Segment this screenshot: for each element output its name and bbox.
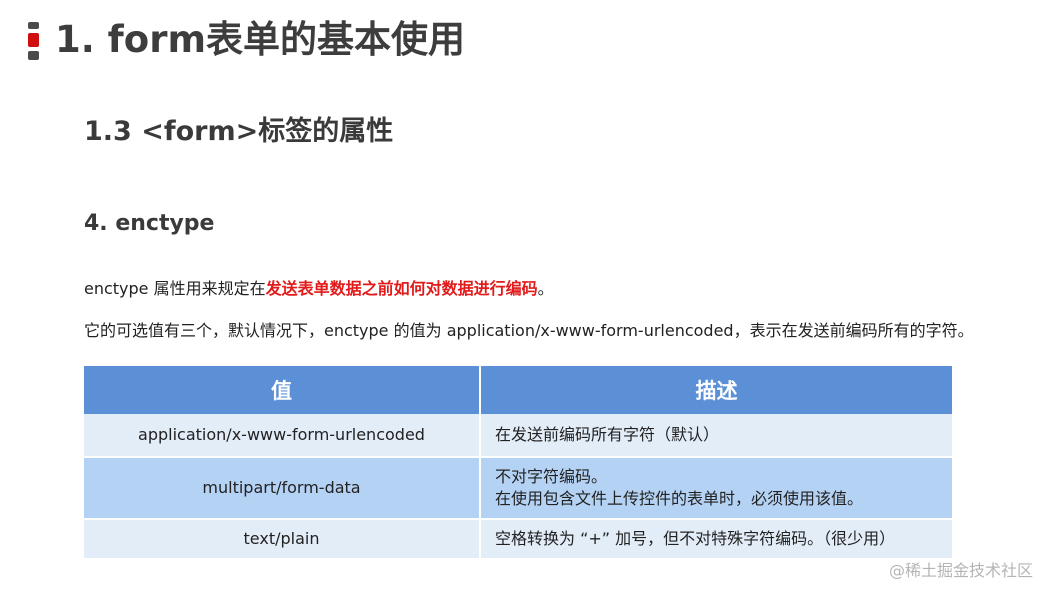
cell-description: 在发送前编码所有字符（默认） [480,414,952,457]
description-prefix: enctype 属性用来规定在 [84,279,266,298]
description-line: 在使用包含文件上传控件的表单时，必须使用该值。 [495,489,864,508]
cell-value: application/x-www-form-urlencoded [84,414,481,457]
description-suffix: 。 [537,279,554,298]
description-line: 不对字符编码。 [495,467,608,486]
section-heading: 4. enctype [84,211,215,236]
watermark: @稀土掘金技术社区 [888,561,1033,580]
enctype-default-note: 它的可选值有三个，默认情况下，enctype 的值为 application/x… [84,321,974,340]
title-marker-icon [28,22,39,60]
column-header-value: 值 [84,366,481,414]
table-row: application/x-www-form-urlencoded 在发送前编码… [84,414,952,457]
page-title: 1. form表单的基本使用 [55,18,465,61]
enctype-table: 值 描述 application/x-www-form-urlencoded 在… [84,366,952,558]
description-highlight: 发送表单数据之前如何对数据进行编码 [265,279,538,298]
table-header-row: 值 描述 [84,366,952,414]
title-marker-mid [28,33,39,47]
title-marker-top [28,22,39,29]
cell-value: text/plain [84,518,481,558]
description-line: 在发送前编码所有字符（默认） [495,425,720,444]
subtitle: 1.3 <form>标签的属性 [84,116,394,147]
table-row: multipart/form-data 不对字符编码。 在使用包含文件上传控件的… [84,456,952,519]
column-header-description: 描述 [480,366,952,414]
table-row: text/plain 空格转换为 “+” 加号，但不对特殊字符编码。（很少用） [84,518,952,558]
cell-description: 空格转换为 “+” 加号，但不对特殊字符编码。（很少用） [480,518,952,558]
cell-description: 不对字符编码。 在使用包含文件上传控件的表单时，必须使用该值。 [480,456,952,519]
title-marker-bottom [28,51,39,60]
cell-value: multipart/form-data [84,456,481,519]
slide-page: 1. form表单的基本使用 1.3 <form>标签的属性 4. enctyp… [0,0,1051,600]
description-line: 空格转换为 “+” 加号，但不对特殊字符编码。（很少用） [495,529,896,548]
enctype-description: enctype 属性用来规定在发送表单数据之前如何对数据进行编码。 [84,278,554,300]
